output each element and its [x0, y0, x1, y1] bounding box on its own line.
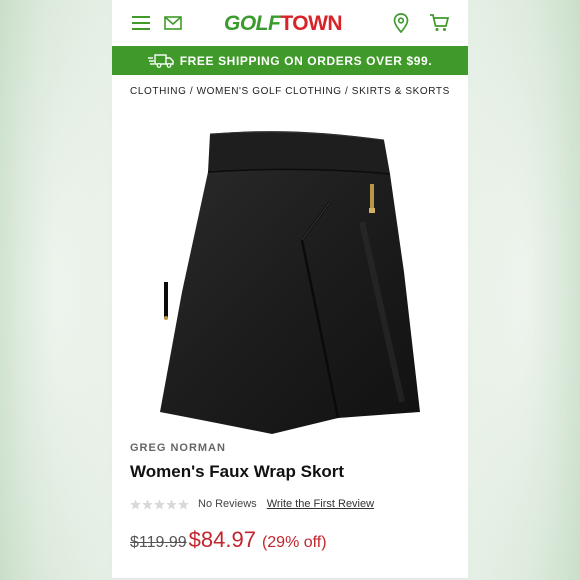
free-shipping-banner[interactable]: FREE SHIPPING ON ORDERS OVER $99.	[112, 46, 468, 75]
product-image[interactable]	[152, 122, 432, 440]
discount-label: (29% off)	[261, 534, 327, 551]
golftown-logo[interactable]: GOLFTOWN	[224, 12, 343, 36]
background-left	[0, 0, 112, 580]
star-icon	[166, 498, 177, 510]
reviews-count: No Reviews	[198, 498, 257, 510]
page: GOLFTOWN FREE SHIPPING ON ORDERS OVER $9…	[112, 0, 468, 580]
breadcrumb[interactable]: CLOTHING / WOMEN'S GOLF CLOTHING / SKIRT…	[130, 86, 450, 97]
logo-town: TOWN	[280, 12, 343, 35]
write-review-link[interactable]: Write the First Review	[267, 498, 374, 510]
star-icon	[154, 498, 165, 510]
logo-golf: GOLF	[224, 12, 281, 35]
rating-stars[interactable]	[130, 498, 190, 510]
star-icon	[178, 498, 189, 510]
background-right	[468, 0, 580, 580]
star-icon	[142, 498, 153, 510]
star-icon	[130, 498, 141, 510]
promo-text: FREE SHIPPING ON ORDERS OVER $99.	[179, 53, 433, 68]
product-brand[interactable]: GREG NORMAN	[130, 442, 226, 454]
menu-icon[interactable]	[130, 12, 152, 34]
cart-icon[interactable]	[428, 12, 450, 34]
reviews-row: No Reviews Write the First Review	[130, 498, 374, 510]
mail-icon[interactable]	[162, 12, 184, 34]
location-icon[interactable]	[390, 12, 412, 34]
header: GOLFTOWN	[112, 0, 468, 46]
original-price: $119.99	[130, 534, 187, 551]
price-block: $119.99 $84.97 (29% off)	[130, 527, 327, 553]
sale-price: $84.97	[188, 527, 256, 552]
product-title: Women's Faux Wrap Skort	[130, 462, 345, 481]
truck-icon	[147, 53, 174, 68]
